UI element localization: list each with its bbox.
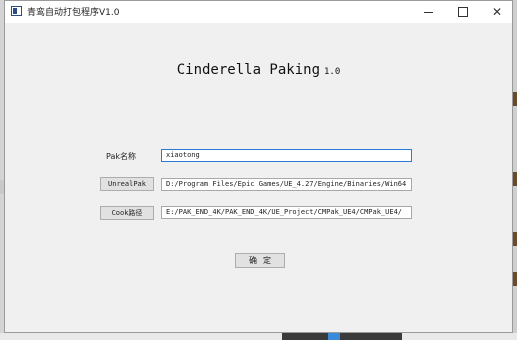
- minimize-button[interactable]: [413, 1, 445, 23]
- maximize-icon: [458, 7, 468, 17]
- cook-path-browse-button[interactable]: Cook路径: [100, 206, 154, 220]
- unrealpak-path-input[interactable]: D:/Program Files/Epic Games/UE_4.27/Engi…: [161, 178, 412, 191]
- close-icon: ✕: [491, 5, 503, 19]
- pak-name-input[interactable]: xiaotong: [161, 149, 412, 162]
- taskbar-icon-fragment: [328, 333, 340, 340]
- cook-path-input[interactable]: E:/PAK_END_4K/PAK_END_4K/UE_Project/CMPa…: [161, 206, 412, 219]
- window-title: 青鸾自动打包程序V1.0: [27, 8, 120, 18]
- app-icon: [11, 6, 22, 16]
- maximize-button[interactable]: [447, 1, 479, 23]
- confirm-button[interactable]: 确定: [235, 253, 285, 268]
- desktop-icon-fragment: [513, 92, 517, 106]
- app-version: 1.0: [324, 67, 341, 77]
- desktop-icon-fragment: [513, 172, 517, 186]
- app-heading: Cinderella Paking 1.0: [5, 62, 512, 78]
- app-heading-text: Cinderella Paking: [176, 62, 321, 78]
- taskbar-fragment: [0, 333, 517, 340]
- unrealpak-browse-button[interactable]: UnrealPak: [100, 177, 154, 191]
- desktop-icon-fragment: [513, 272, 517, 286]
- desktop-icon-fragment: [513, 232, 517, 246]
- app-window: 青鸾自动打包程序V1.0 ✕ Cinderella Paking 1.0 Pak名…: [4, 0, 513, 333]
- taskbar-item-fragment: [282, 333, 402, 340]
- pak-name-label: Pak名称: [106, 152, 136, 161]
- minimize-icon: [424, 12, 433, 13]
- close-button[interactable]: ✕: [481, 1, 513, 23]
- title-bar[interactable]: 青鸾自动打包程序V1.0 ✕: [5, 1, 512, 23]
